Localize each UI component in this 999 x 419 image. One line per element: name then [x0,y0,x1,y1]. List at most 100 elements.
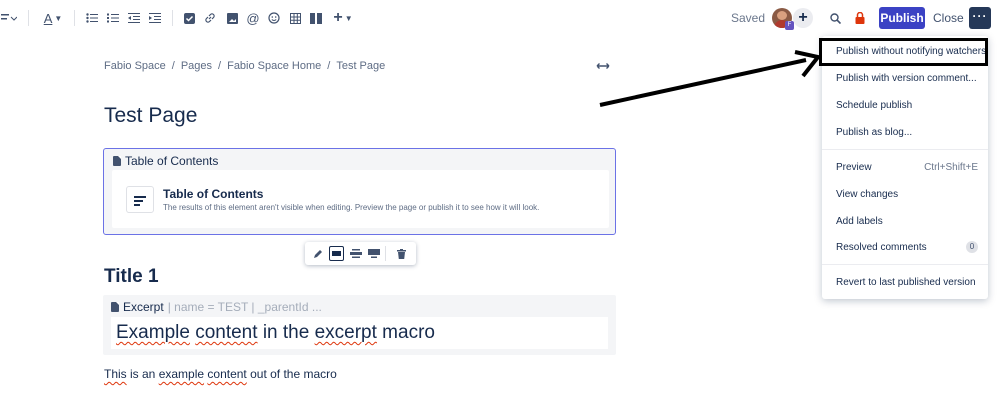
menu-item-revert[interactable]: Revert to last published version [836,277,976,288]
menu-item-resolved-comments[interactable]: Resolved comments [836,242,927,253]
macro-label: Table of Contents [125,154,219,168]
breadcrumb-item[interactable]: Test Page [336,60,385,72]
keyboard-shortcut: Ctrl+Shift+E [924,162,978,173]
macro-header: Excerpt | name = TEST | _parentId ... [111,300,322,314]
misspelled-word: excerpt [314,322,377,343]
breadcrumb-item[interactable]: Fabio Space Home [227,60,321,72]
heading-1[interactable]: Title 1 [104,266,159,288]
outdent-icon [128,13,140,23]
editor-toolbar: A ▼ @ + ▼ Saved F + Publish Close ··· [0,0,999,36]
misspelled-word: Example [116,322,190,343]
misspelled-word: content [195,322,258,343]
text-run: is an [126,367,159,381]
menu-item-publish-with-comment[interactable]: Publish with version comment... [836,73,977,84]
trash-icon [397,248,406,259]
layout-wide-icon [349,249,362,258]
indent-button[interactable] [148,9,162,27]
save-status: Saved [731,11,766,25]
document-icon [113,156,121,166]
text-run: out of the macro [246,367,337,381]
mention-button[interactable]: @ [246,9,260,27]
text-color-dropdown[interactable]: A ▼ [42,9,64,27]
menu-item-add-labels[interactable]: Add labels [836,216,883,227]
delete-macro-button[interactable] [394,246,409,261]
at-icon: @ [246,10,260,26]
indent-icon [149,13,161,23]
macro-placeholder-title: Table of Contents [163,187,264,201]
breadcrumb-separator: / [171,60,175,72]
breadcrumb-separator: / [218,60,222,72]
checkbox-icon [183,12,195,24]
toolbar-divider [172,10,173,26]
more-actions-button[interactable]: ··· [969,7,991,29]
chevron-down-icon: ▼ [344,13,353,23]
image-button[interactable] [225,9,239,27]
paragraph-style-icon [1,14,17,21]
text-style-dropdown[interactable] [0,9,18,27]
annotation-highlight-box [819,38,988,66]
action-item-button[interactable] [182,9,196,27]
layouts-button[interactable] [309,9,323,27]
layout-full-width-button[interactable] [366,246,381,261]
toc-macro[interactable]: Table of Contents Table of Contents The … [103,148,616,235]
edit-macro-button[interactable] [310,246,325,261]
breadcrumb-separator: / [327,60,331,72]
close-button[interactable]: Close [933,7,964,29]
toc-icon [126,186,154,213]
macro-floating-toolbar [305,242,416,265]
layout-full-width-icon [367,249,380,258]
toolbar-divider [28,10,29,26]
table-button[interactable] [288,9,302,27]
menu-item-view-changes[interactable]: View changes [836,189,898,200]
text-run: macro [382,322,435,343]
macro-label: Excerpt [123,300,164,314]
avatar-badge: F [785,21,794,30]
link-icon [205,13,215,23]
table-icon [289,12,301,24]
lock-icon [855,12,865,24]
toolbar-divider [385,246,386,261]
layout-wide-button[interactable] [348,246,363,261]
misspelled-word: content [207,367,247,381]
plus-icon: + [798,9,808,26]
insert-more-button[interactable]: + ▼ [332,9,354,27]
excerpt-macro[interactable]: Excerpt | name = TEST | _parentId ... Ex… [103,295,616,355]
image-icon [226,12,238,24]
macro-header: Table of Contents [113,154,218,168]
paragraph[interactable]: This is an example content out of the ma… [104,367,337,381]
layout-center-icon [332,251,341,256]
outdent-button[interactable] [127,9,141,27]
menu-item-schedule-publish[interactable]: Schedule publish [836,100,912,111]
columns-icon [310,12,322,24]
publish-options-menu: Publish without notifying watchers Publi… [822,36,988,299]
emoji-button[interactable] [267,9,281,27]
page-width-toggle[interactable] [596,58,610,73]
macro-parameters: | name = TEST | _parentId ... [167,300,322,314]
find-replace-button[interactable] [828,9,842,27]
bullet-list-icon [86,13,98,23]
numbered-list-button[interactable] [106,9,120,27]
bullet-list-button[interactable] [85,9,99,27]
numbered-list-icon [107,13,119,23]
menu-item-preview[interactable]: Preview [836,162,872,173]
document-icon [111,302,119,312]
text-color-icon: A [43,10,53,26]
page-title[interactable]: Test Page [104,104,197,128]
excerpt-body[interactable]: Example content in the excerpt macro [111,317,608,349]
layout-center-button[interactable] [329,246,344,261]
menu-item-publish-as-blog[interactable]: Publish as blog... [836,127,912,138]
link-button[interactable] [203,9,217,27]
macro-placeholder-description: The results of this element aren't visib… [163,203,540,212]
invite-collaborator-button[interactable]: + [793,8,813,28]
menu-divider [822,149,988,150]
more-icon: ··· [972,9,988,23]
publish-button[interactable]: Publish [879,7,925,29]
chevron-down-icon: ▼ [54,13,63,23]
breadcrumb-item[interactable]: Fabio Space [104,60,166,72]
pencil-icon [313,249,322,258]
breadcrumb-item[interactable]: Pages [181,60,212,72]
breadcrumb: Fabio Space / Pages / Fabio Space Home /… [104,60,385,72]
misspelled-word: This [104,367,127,381]
search-icon [829,12,841,24]
restrictions-button[interactable] [853,9,867,27]
